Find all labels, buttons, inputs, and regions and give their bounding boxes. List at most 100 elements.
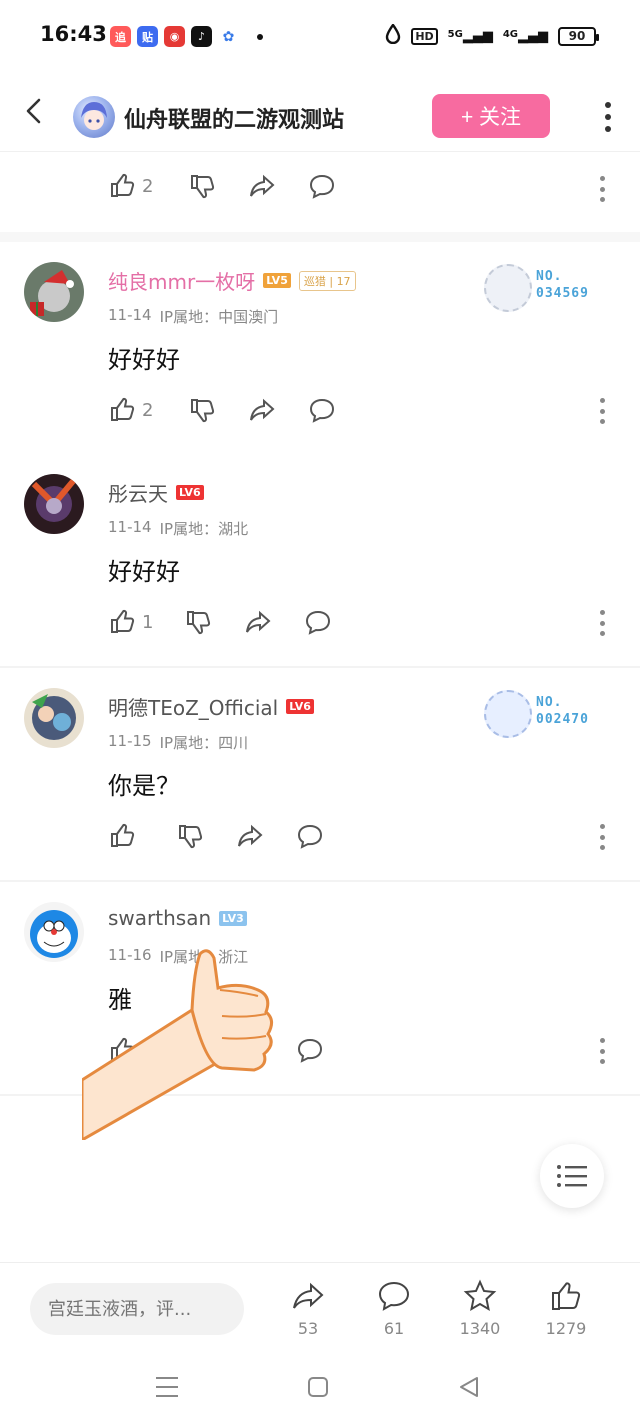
signal-4g-icon: 4G▂▄▆ — [502, 28, 548, 44]
user-avatar[interactable] — [24, 262, 84, 322]
more-options-icon[interactable] — [602, 102, 614, 132]
like-button[interactable]: 2 — [108, 396, 153, 424]
reply-button[interactable] — [308, 396, 336, 424]
channel-title: 仙舟联盟的二游观测站 — [124, 108, 345, 133]
list-icon — [557, 1165, 587, 1187]
share-arrow-icon — [246, 610, 271, 633]
comment-meta: 11-14 IP属地：湖北 — [108, 518, 248, 539]
back-nav-icon[interactable] — [452, 1370, 486, 1404]
comment-meta: 11-16 IP属地：浙江 — [108, 946, 248, 967]
system-navigation-bar — [0, 1352, 640, 1422]
hd-icon: HD — [411, 27, 438, 45]
dislike-button[interactable] — [176, 822, 204, 850]
comment-more-icon[interactable] — [598, 176, 606, 202]
app-icon-tiktok: ♪ — [191, 26, 212, 47]
like-post-button[interactable]: 1279 — [526, 1279, 606, 1338]
reply-button[interactable] — [304, 608, 332, 636]
recent-apps-icon[interactable] — [150, 1370, 184, 1404]
status-bar: 16:43 追 贴 ◉ ♪ ✿ HD 5G▂▄▆ 4G▂▄▆ 90 — [0, 0, 640, 72]
channel-avatar[interactable] — [73, 96, 115, 138]
reply-button[interactable] — [296, 1036, 324, 1064]
like-button[interactable]: 2 — [108, 172, 153, 200]
follow-button[interactable]: + 关注 — [432, 94, 550, 138]
thumbs-up-icon — [111, 609, 135, 633]
username[interactable]: 纯良mmr一枚呀 LV5 巡猎 | 17 — [108, 266, 356, 295]
username[interactable]: 明德TEoZ_Official LV6 — [108, 692, 314, 721]
share-button[interactable] — [248, 172, 276, 200]
comment-bubble-icon — [309, 174, 335, 199]
comment-more-icon[interactable] — [598, 1038, 606, 1064]
share-arrow-icon — [238, 824, 263, 847]
comment-feed[interactable]: 2 纯良mmr一枚呀 LV5 巡猎 | 17 NO. 034569 11-14 I… — [0, 152, 640, 1262]
divider — [0, 1094, 640, 1096]
ip-location: 湖北 — [218, 520, 249, 538]
share-arrow-icon — [250, 398, 275, 421]
thumbs-up-icon — [111, 397, 135, 421]
username-text: swarthsan — [108, 906, 212, 930]
comment-item: 彤云天 LV6 11-14 IP属地：湖北 好好好 1 — [0, 454, 640, 666]
comment-more-icon[interactable] — [598, 824, 606, 850]
back-icon[interactable] — [20, 96, 50, 126]
like-button[interactable]: 1 — [108, 608, 153, 636]
comment-actions: 2 — [0, 386, 640, 446]
app-icon-netease: ◉ — [164, 26, 185, 47]
thumbs-down-icon — [187, 611, 211, 635]
share-button[interactable] — [244, 608, 272, 636]
badge-figure-icon — [484, 264, 532, 312]
like-button[interactable] — [108, 822, 136, 850]
comment-post-button[interactable]: 61 — [354, 1279, 434, 1338]
user-avatar[interactable] — [24, 902, 84, 962]
thumbs-down-icon — [191, 399, 215, 423]
comment-item: 明德TEoZ_Official LV6 NO. 002470 11-15 IP属地… — [0, 668, 640, 880]
app-icon-red: 追 — [110, 26, 131, 47]
like-button[interactable] — [108, 1036, 136, 1064]
list-menu-button[interactable] — [540, 1144, 604, 1208]
bottom-action-bar: 53 61 1340 1279 — [0, 1262, 640, 1352]
thumbs-up-icon — [111, 173, 135, 197]
level-badge: LV6 — [176, 485, 204, 500]
dislike-button[interactable] — [184, 608, 212, 636]
ip-label: IP属地： — [159, 734, 219, 752]
thumbs-up-icon — [552, 1282, 581, 1310]
like-count: 2 — [142, 399, 154, 421]
comment-more-icon[interactable] — [598, 610, 606, 636]
reply-button[interactable] — [308, 172, 336, 200]
thumbs-up-icon — [111, 1037, 135, 1061]
top-app-bar: 仙舟联盟的二游观测站 + 关注 — [0, 72, 640, 152]
favorite-count: 1340 — [459, 1319, 501, 1338]
comment-input[interactable] — [30, 1283, 244, 1335]
signal-5g-icon: 5G▂▄▆ — [447, 28, 493, 44]
username[interactable]: 彤云天 LV6 — [108, 478, 204, 507]
comment-bubble-icon — [309, 398, 335, 423]
notification-icons: 追 贴 ◉ ♪ ✿ — [110, 26, 263, 47]
share-button[interactable] — [248, 396, 276, 424]
divider — [0, 232, 640, 242]
username[interactable]: swarthsan LV3 — [108, 906, 247, 930]
comment-text: 好好好 — [108, 558, 180, 586]
comment-actions — [0, 1026, 640, 1086]
fan-badge: NO. 034569 — [484, 264, 604, 316]
share-button[interactable] — [236, 822, 264, 850]
comment-actions: 1 — [0, 598, 640, 658]
ip-label: IP属地： — [159, 948, 219, 966]
ip-label: IP属地： — [159, 308, 219, 326]
comment-item: 纯良mmr一枚呀 LV5 巡猎 | 17 NO. 034569 11-14 IP属… — [0, 242, 640, 454]
clock: 16:43 — [40, 22, 107, 46]
comment-count: 61 — [383, 1319, 405, 1338]
reply-button[interactable] — [296, 822, 324, 850]
user-avatar[interactable] — [24, 474, 84, 534]
comment-date: 11-14 — [108, 518, 152, 536]
level-badge: LV6 — [286, 699, 314, 714]
like-count: 2 — [142, 175, 154, 197]
user-avatar[interactable] — [24, 688, 84, 748]
home-icon[interactable] — [301, 1370, 335, 1404]
comment-text: 好好好 — [108, 346, 180, 374]
dislike-button[interactable] — [188, 172, 216, 200]
dislike-button[interactable] — [188, 396, 216, 424]
ip-location: 中国澳门 — [218, 308, 279, 326]
fan-badge: NO. 002470 — [484, 690, 604, 742]
share-post-button[interactable]: 53 — [268, 1279, 348, 1338]
username-text: 彤云天 — [108, 482, 168, 506]
favorite-button[interactable]: 1340 — [440, 1279, 520, 1338]
comment-more-icon[interactable] — [598, 398, 606, 424]
